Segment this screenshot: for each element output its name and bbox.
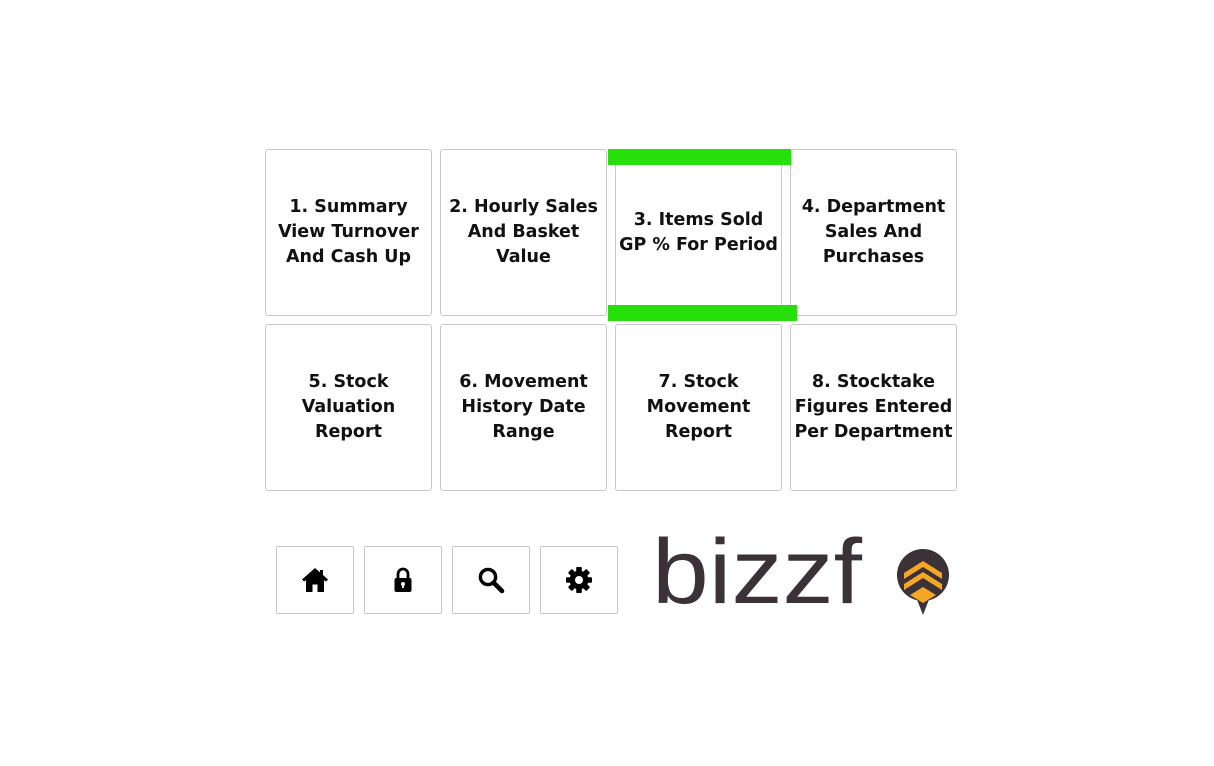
report-tile-stock-movement[interactable]: 7. Stock Movement Report (615, 324, 782, 491)
bizzfo-logo: bizzf (652, 521, 952, 623)
report-tile-stock-valuation[interactable]: 5. Stock Valuation Report (265, 324, 432, 491)
report-tile-department-sales[interactable]: 4. Department Sales And Purchases (790, 149, 957, 316)
report-tile-label: 6. Movement History Date Range (459, 372, 588, 442)
lock-button[interactable] (364, 546, 442, 614)
report-tile-label: 2. Hourly Sales And Basket Value (449, 197, 598, 267)
gear-icon (566, 567, 592, 593)
report-tile-label: 3. Items Sold GP % For Period (619, 209, 778, 255)
report-tile-label: 4. Department Sales And Purchases (801, 197, 946, 267)
selection-highlight-bottom (608, 305, 797, 321)
search-button[interactable] (452, 546, 530, 614)
report-tile-label: 1. Summary View Turnover And Cash Up (278, 197, 419, 267)
report-tile-movement-history[interactable]: 6. Movement History Date Range (440, 324, 607, 491)
logo-pin-icon (897, 549, 949, 615)
selection-highlight-top (608, 149, 791, 165)
home-icon (302, 568, 328, 592)
settings-button[interactable] (540, 546, 618, 614)
report-tile-items-sold-gp[interactable]: 3. Items Sold GP % For Period (615, 149, 782, 316)
report-tile-label: 5. Stock Valuation Report (301, 372, 396, 442)
logo-wordmark: bizzf (652, 530, 862, 622)
report-tile-hourly-sales[interactable]: 2. Hourly Sales And Basket Value (440, 149, 607, 316)
report-tile-stocktake-figures[interactable]: 8. Stocktake Figures Entered Per Departm… (790, 324, 957, 491)
lock-icon (394, 567, 412, 592)
home-button[interactable] (276, 546, 354, 614)
report-tile-label: 7. Stock Movement Report (646, 372, 751, 442)
report-tile-summary-view[interactable]: 1. Summary View Turnover And Cash Up (265, 149, 432, 316)
search-icon (478, 567, 505, 594)
report-tile-label: 8. Stocktake Figures Entered Per Departm… (794, 372, 953, 442)
